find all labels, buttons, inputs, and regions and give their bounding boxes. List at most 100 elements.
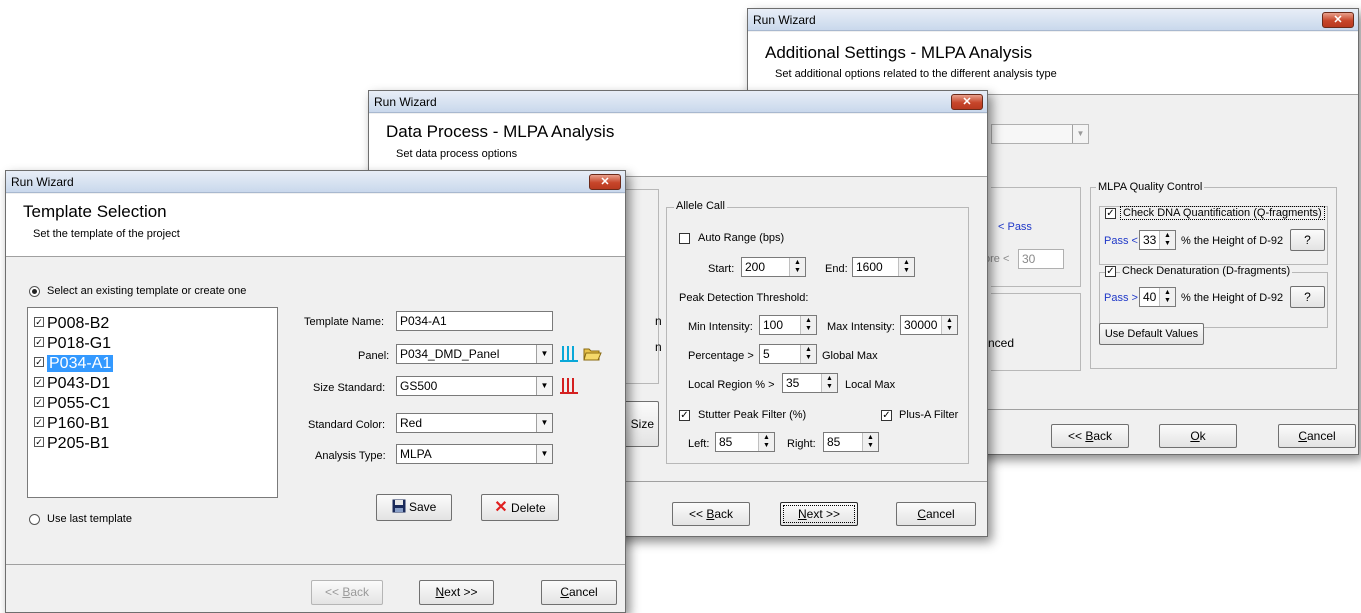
use-last-label[interactable]: Use last template	[47, 513, 132, 525]
plus-a-filter-checkbox[interactable]: ✓	[881, 410, 892, 421]
start-spinner[interactable]: 200 ▲ ▼	[741, 257, 806, 277]
d-pass-label: Pass >	[1104, 292, 1138, 304]
back-button[interactable]: << Back	[311, 580, 383, 605]
chevron-down-icon[interactable]: ▼	[536, 377, 552, 395]
q-pass-label: Pass <	[1104, 235, 1138, 247]
list-item[interactable]: ✓ P205-B1	[34, 433, 109, 454]
percentage-label: Percentage >	[688, 350, 754, 362]
spin-arrows-icon[interactable]: ▲ ▼	[1159, 231, 1175, 249]
delete-button[interactable]: ✕ Delete	[481, 494, 559, 521]
spin-arrows-icon[interactable]: ▲ ▼	[789, 258, 805, 276]
close-icon: ✕	[962, 96, 972, 108]
ok-button[interactable]: Ok	[1159, 424, 1237, 448]
checkbox-icon[interactable]: ✓	[34, 317, 44, 327]
page-subtitle: Set data process options	[396, 148, 518, 160]
analysis-type-select[interactable]: MLPA ▼	[396, 444, 553, 464]
checkbox-icon[interactable]: ✓	[34, 417, 44, 427]
q-check-checkbox[interactable]: ✓	[1105, 208, 1116, 219]
list-item[interactable]: ✓ P055-C1	[34, 393, 110, 414]
close-button[interactable]: ✕	[1322, 12, 1354, 28]
cancel-button[interactable]: Cancel	[896, 502, 976, 526]
size-standard-bars-icon[interactable]	[559, 376, 579, 396]
select-existing-radio[interactable]	[29, 286, 40, 297]
plus-a-filter-label[interactable]: Plus-A Filter	[899, 409, 958, 421]
floppy-disk-icon	[392, 499, 406, 513]
min-intensity-spinner[interactable]: 100 ▲ ▼	[759, 315, 817, 335]
next-button[interactable]: Next >>	[419, 580, 494, 605]
end-spinner[interactable]: 1600 ▲ ▼	[852, 257, 915, 277]
stutter-filter-label[interactable]: Stutter Peak Filter (%)	[698, 409, 806, 421]
list-item[interactable]: ✓ P018-G1	[34, 333, 111, 354]
title-bar: Run Wizard ✕	[6, 171, 625, 193]
spin-arrows-icon[interactable]: ▲ ▼	[941, 316, 957, 334]
standard-color-select[interactable]: Red ▼	[396, 413, 553, 433]
back-button[interactable]: << Back	[1051, 424, 1129, 448]
auto-range-label[interactable]: Auto Range (bps)	[698, 232, 784, 244]
template-name-input[interactable]: P034-A1	[396, 311, 553, 331]
list-item[interactable]: ✓ P160-B1	[34, 413, 109, 434]
spin-arrows-icon[interactable]: ▲ ▼	[898, 258, 914, 276]
checkbox-icon[interactable]: ✓	[34, 337, 44, 347]
checkbox-icon[interactable]: ✓	[34, 397, 44, 407]
max-intensity-spinner[interactable]: 30000 ▲ ▼	[900, 315, 958, 335]
save-button[interactable]: Save	[376, 494, 452, 521]
checkbox-icon[interactable]: ✓	[34, 377, 44, 387]
q-check-label[interactable]: Check DNA Quantification (Q-fragments)	[1120, 206, 1325, 220]
score-field[interactable]: 30	[1018, 249, 1064, 269]
next-button[interactable]: Next >>	[780, 502, 858, 526]
local-region-spinner[interactable]: 35 ▲ ▼	[782, 373, 838, 393]
use-last-radio[interactable]	[29, 514, 40, 525]
panel-select[interactable]: P034_DMD_Panel ▼	[396, 344, 553, 364]
cancel-button[interactable]: Cancel	[1278, 424, 1356, 448]
chevron-down-icon[interactable]: ▼	[536, 345, 552, 363]
chevron-down-icon[interactable]: ▼	[536, 445, 552, 463]
checkbox-icon[interactable]: ✓	[34, 437, 44, 447]
q-suffix-label: % the Height of D-92	[1181, 235, 1284, 247]
spin-arrows-icon[interactable]: ▲ ▼	[800, 316, 816, 334]
q-value-spinner[interactable]: 33 ▲ ▼	[1139, 230, 1176, 250]
auto-range-checkbox[interactable]	[679, 233, 690, 244]
chevron-down-icon[interactable]: ▼	[1072, 125, 1088, 143]
page-subtitle: Set additional options related to the di…	[775, 68, 1057, 80]
use-default-values-button[interactable]: Use Default Values	[1099, 323, 1204, 345]
folder-open-icon[interactable]	[582, 344, 602, 364]
right-spinner[interactable]: 85 ▲ ▼	[823, 432, 879, 452]
size-standard-select[interactable]: GS500 ▼	[396, 376, 553, 396]
stutter-filter-checkbox[interactable]: ✓	[679, 410, 690, 421]
spin-arrows-icon[interactable]: ▲ ▼	[862, 433, 878, 451]
checkbox-icon[interactable]: ✓	[34, 357, 44, 367]
analysis-type-label: Analysis Type:	[315, 450, 386, 462]
spin-arrows-icon[interactable]: ▲ ▼	[758, 433, 774, 451]
back-button[interactable]: << Back	[672, 502, 750, 526]
cancel-button[interactable]: Cancel	[541, 580, 617, 605]
window-title: Run Wizard	[11, 175, 74, 189]
d-help-button[interactable]: ?	[1290, 286, 1325, 308]
window-title: Run Wizard	[374, 95, 437, 109]
list-item[interactable]: ✓ P008-B2	[34, 313, 109, 334]
spin-arrows-icon[interactable]: ▲ ▼	[800, 345, 816, 363]
group-title: Allele Call	[674, 200, 727, 212]
title-bar: Run Wizard ✕	[748, 9, 1358, 31]
page-title: Data Process - MLPA Analysis	[386, 122, 615, 141]
q-help-button[interactable]: ?	[1290, 229, 1325, 251]
max-intensity-label: Max Intensity:	[827, 321, 895, 333]
d-value-spinner[interactable]: 40 ▲ ▼	[1139, 287, 1176, 307]
percentage-spinner[interactable]: 5 ▲ ▼	[759, 344, 817, 364]
pass-link[interactable]: < Pass	[998, 221, 1032, 233]
list-item[interactable]: ✓ P043-D1	[34, 373, 110, 394]
d-check-label[interactable]: Check Denaturation (D-fragments)	[1120, 265, 1293, 277]
d-check-checkbox[interactable]: ✓	[1105, 266, 1116, 277]
close-button[interactable]: ✕	[589, 174, 621, 190]
spin-arrows-icon[interactable]: ▲ ▼	[1159, 288, 1175, 306]
left-label: Left:	[688, 438, 710, 450]
left-spinner[interactable]: 85 ▲ ▼	[715, 432, 775, 452]
close-button[interactable]: ✕	[951, 94, 983, 110]
window-template-selection: Run Wizard ✕ Template Selection Set the …	[5, 170, 626, 613]
analysis-option-select[interactable]: ▼	[991, 124, 1089, 144]
chevron-down-icon[interactable]: ▼	[536, 414, 552, 432]
select-existing-label[interactable]: Select an existing template or create on…	[47, 285, 246, 297]
list-item-selected[interactable]: ✓ P034-A1	[34, 353, 114, 374]
template-list[interactable]: ✓ P008-B2 ✓ P018-G1 ✓ P034-A1 ✓ P043-D1 ✓ P05…	[27, 307, 278, 498]
spin-arrows-icon[interactable]: ▲ ▼	[821, 374, 837, 392]
panel-bars-icon[interactable]	[559, 344, 579, 364]
